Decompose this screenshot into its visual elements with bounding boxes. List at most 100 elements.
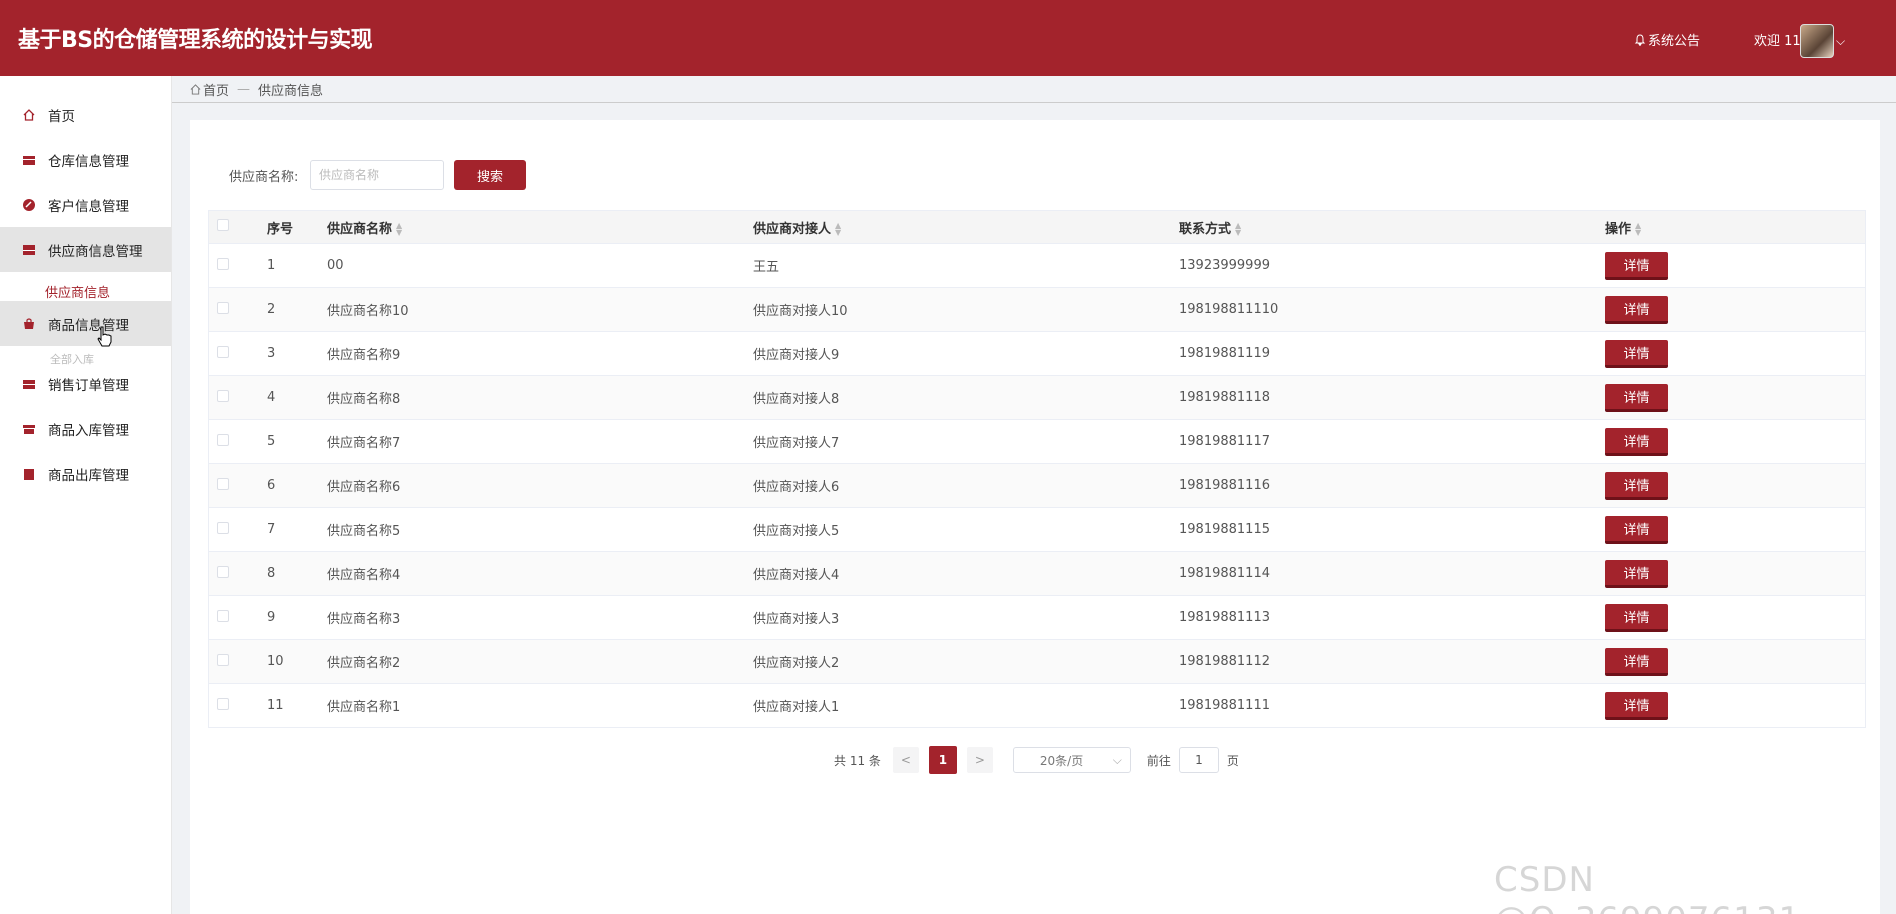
cell-contact: 供应商对接人6 bbox=[753, 480, 840, 495]
table-row: 9 供应商名称3 供应商对接人3 19819881113 详情 bbox=[209, 595, 1865, 639]
cell-index: 11 bbox=[267, 698, 284, 713]
detail-button[interactable]: 详情 bbox=[1605, 471, 1668, 500]
sidebar-item-label: 商品入库管理 bbox=[48, 422, 129, 439]
page-size-value: 20条/页 bbox=[1039, 753, 1084, 768]
cell-phone: 19819881112 bbox=[1179, 654, 1270, 669]
cell-index: 8 bbox=[267, 566, 276, 581]
goto-label: 前往 bbox=[1146, 753, 1171, 768]
header-action[interactable]: 操作 ▲ ▼ bbox=[1605, 218, 1865, 237]
header-supplier-name[interactable]: 供应商名称 ▲ ▼ bbox=[327, 218, 753, 237]
customer-icon bbox=[23, 198, 35, 211]
avatar[interactable] bbox=[1800, 24, 1834, 58]
detail-button[interactable]: 详情 bbox=[1605, 559, 1668, 588]
breadcrumb-home[interactable]: 首页 bbox=[203, 80, 229, 99]
table-row: 11 供应商名称1 供应商对接人1 19819881111 详情 bbox=[209, 683, 1865, 727]
detail-button[interactable]: 详情 bbox=[1605, 515, 1668, 544]
page-size-select[interactable]: 20条/页 ⌵ bbox=[1012, 747, 1131, 773]
sidebar-item-home[interactable]: 首页 bbox=[0, 92, 171, 137]
table-row: 6 供应商名称6 供应商对接人6 19819881116 详情 bbox=[209, 463, 1865, 507]
detail-button[interactable]: 详情 bbox=[1605, 383, 1668, 412]
detail-button[interactable]: 详情 bbox=[1605, 691, 1668, 720]
cell-phone: 19819881113 bbox=[1179, 610, 1270, 625]
detail-button[interactable]: 详情 bbox=[1605, 339, 1668, 368]
select-all-checkbox[interactable] bbox=[217, 219, 229, 231]
sort-icon[interactable]: ▲ ▼ bbox=[1635, 222, 1641, 237]
cell-supplier-name: 供应商名称6 bbox=[327, 480, 401, 495]
sort-icon[interactable]: ▲ ▼ bbox=[1235, 222, 1241, 237]
page-suffix: 页 bbox=[1226, 753, 1239, 768]
table-header: 序号 供应商名称 ▲ ▼ 供应商对接人 ▲ ▼ 联系方式 ▲ ▼ 操作 ▲ ▼ bbox=[209, 211, 1865, 243]
header-label: 供应商对接人 bbox=[753, 221, 832, 237]
sidebar: 首页 仓库信息管理 客户信息管理 供应商信息管理 供应商信息 商品信息管理 全部… bbox=[0, 76, 172, 914]
cell-supplier-name: 供应商名称10 bbox=[327, 304, 409, 319]
breadcrumb: 首页 — 供应商信息 bbox=[190, 80, 323, 99]
hand-cursor-icon bbox=[97, 326, 112, 347]
row-checkbox[interactable] bbox=[217, 389, 229, 402]
goto-page-input[interactable] bbox=[1178, 747, 1219, 773]
sidebar-item-warehouse[interactable]: 仓库信息管理 bbox=[0, 137, 171, 182]
header-index: 序号 bbox=[267, 221, 294, 237]
order-icon bbox=[23, 379, 35, 389]
sidebar-item-label: 仓库信息管理 bbox=[48, 153, 129, 170]
cell-phone: 19819881119 bbox=[1179, 346, 1270, 361]
row-checkbox[interactable] bbox=[217, 433, 229, 446]
next-page-button[interactable]: > bbox=[966, 747, 993, 773]
table-row: 3 供应商名称9 供应商对接人9 19819881119 详情 bbox=[209, 331, 1865, 375]
header-label: 供应商名称 bbox=[327, 221, 393, 237]
cell-phone: 19819881118 bbox=[1179, 390, 1270, 405]
cell-supplier-name: 供应商名称4 bbox=[327, 568, 401, 583]
header-phone[interactable]: 联系方式 ▲ ▼ bbox=[1179, 218, 1605, 237]
sort-icon[interactable]: ▲ ▼ bbox=[835, 222, 841, 237]
sidebar-item-inbound[interactable]: 商品入库管理 bbox=[0, 406, 171, 451]
row-checkbox[interactable] bbox=[217, 345, 229, 358]
detail-button[interactable]: 详情 bbox=[1605, 647, 1668, 676]
sidebar-item-order[interactable]: 销售订单管理 bbox=[0, 361, 171, 406]
row-checkbox[interactable] bbox=[217, 477, 229, 490]
row-checkbox[interactable] bbox=[217, 697, 229, 710]
divider bbox=[172, 102, 1896, 103]
page-1-button[interactable]: 1 bbox=[928, 746, 957, 774]
cell-supplier-name: 供应商名称8 bbox=[327, 392, 401, 407]
detail-button[interactable]: 详情 bbox=[1605, 603, 1668, 632]
row-checkbox[interactable] bbox=[217, 521, 229, 534]
table-row: 8 供应商名称4 供应商对接人4 19819881114 详情 bbox=[209, 551, 1865, 595]
row-checkbox[interactable] bbox=[217, 257, 229, 270]
header-contact[interactable]: 供应商对接人 ▲ ▼ bbox=[753, 218, 1179, 237]
supplier-name-search-input[interactable] bbox=[310, 160, 444, 190]
search-button[interactable]: 搜索 bbox=[454, 160, 526, 190]
cell-supplier-name: 供应商名称1 bbox=[327, 700, 401, 715]
row-checkbox[interactable] bbox=[217, 301, 229, 314]
sidebar-item-outbound[interactable]: 商品出库管理 bbox=[0, 451, 171, 496]
prev-page-button[interactable]: < bbox=[892, 747, 919, 773]
cell-contact: 供应商对接人2 bbox=[753, 656, 840, 671]
inbound-icon bbox=[23, 424, 35, 434]
detail-button[interactable]: 详情 bbox=[1605, 427, 1668, 456]
cell-phone: 19819881116 bbox=[1179, 478, 1270, 493]
chevron-down-icon[interactable]: ⌵ bbox=[1836, 34, 1845, 49]
sidebar-item-supplier[interactable]: 供应商信息管理 bbox=[0, 227, 171, 272]
search-label: 供应商名称: bbox=[229, 170, 299, 185]
cell-phone: 19819881117 bbox=[1179, 434, 1270, 449]
supplier-table: 序号 供应商名称 ▲ ▼ 供应商对接人 ▲ ▼ 联系方式 ▲ ▼ 操作 ▲ ▼ 1 00 王五 139… bbox=[208, 210, 1866, 728]
detail-button[interactable]: 详情 bbox=[1605, 295, 1668, 324]
system-notice-link[interactable]: 系统公告 bbox=[1634, 30, 1700, 49]
cell-index: 2 bbox=[267, 302, 276, 317]
pagination: 共 11 条 < 1 > 20条/页 ⌵ 前往 页 bbox=[834, 746, 1239, 774]
row-checkbox[interactable] bbox=[217, 565, 229, 578]
row-checkbox[interactable] bbox=[217, 653, 229, 666]
watermark: CSDN @Q_3699076131 bbox=[1494, 860, 1800, 914]
cell-supplier-name: 供应商名称2 bbox=[327, 656, 401, 671]
sidebar-item-customer[interactable]: 客户信息管理 bbox=[0, 182, 171, 227]
sort-icon[interactable]: ▲ ▼ bbox=[396, 222, 402, 237]
sidebar-item-goods[interactable]: 商品信息管理 bbox=[0, 301, 171, 346]
cell-phone: 198198811110 bbox=[1179, 302, 1279, 317]
cell-index: 7 bbox=[267, 522, 276, 537]
cell-index: 9 bbox=[267, 610, 276, 625]
header-label: 操作 bbox=[1605, 221, 1632, 237]
row-checkbox[interactable] bbox=[217, 609, 229, 622]
detail-button[interactable]: 详情 bbox=[1605, 251, 1668, 280]
sidebar-subitem-supplier-info[interactable]: 供应商信息 bbox=[45, 282, 110, 301]
cell-phone: 13923999999 bbox=[1179, 258, 1270, 273]
home-icon bbox=[190, 84, 201, 95]
sidebar-item-label: 首页 bbox=[48, 108, 75, 125]
